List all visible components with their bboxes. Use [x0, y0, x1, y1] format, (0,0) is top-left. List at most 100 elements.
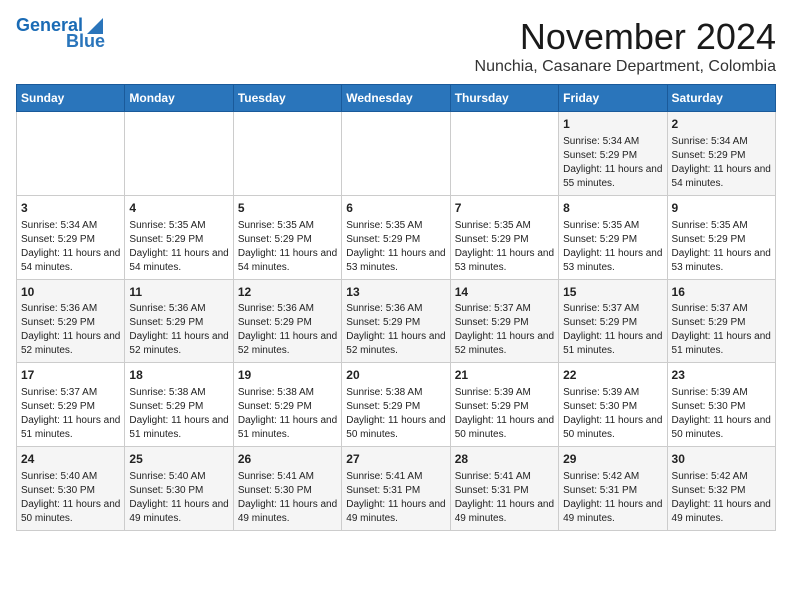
day-content: Sunrise: 5:42 AM Sunset: 5:32 PM Dayligh… — [672, 470, 771, 526]
logo: General Blue — [16, 16, 105, 52]
day-content: Sunrise: 5:39 AM Sunset: 5:30 PM Dayligh… — [672, 386, 771, 442]
day-content: Sunrise: 5:40 AM Sunset: 5:30 PM Dayligh… — [21, 470, 120, 526]
calendar-cell: 1 Sunrise: 5:34 AM Sunset: 5:29 PM Daylig… — [559, 112, 667, 196]
day-content: Sunrise: 5:35 AM Sunset: 5:29 PM Dayligh… — [346, 219, 445, 275]
day-content: Sunrise: 5:40 AM Sunset: 5:30 PM Dayligh… — [129, 470, 228, 526]
day-content: Sunrise: 5:38 AM Sunset: 5:29 PM Dayligh… — [346, 386, 445, 442]
day-number: 24 — [21, 451, 120, 468]
column-header-tuesday: Tuesday — [233, 85, 341, 112]
page-header: General Blue November 2024 Nunchia, Casa… — [16, 16, 776, 76]
day-number: 3 — [21, 200, 120, 217]
day-number: 21 — [455, 367, 554, 384]
location-subtitle: Nunchia, Casanare Department, Colombia — [475, 58, 776, 76]
calendar-header-row: SundayMondayTuesdayWednesdayThursdayFrid… — [17, 85, 776, 112]
calendar-cell — [342, 112, 450, 196]
day-number: 5 — [238, 200, 337, 217]
calendar-cell: 10Sunrise: 5:36 AM Sunset: 5:29 PM Dayli… — [17, 279, 125, 363]
calendar-cell — [17, 112, 125, 196]
day-content: Sunrise: 5:34 AM Sunset: 5:29 PM Dayligh… — [21, 219, 120, 275]
day-number: 20 — [346, 367, 445, 384]
calendar-cell: 7 Sunrise: 5:35 AM Sunset: 5:29 PM Daylig… — [450, 195, 558, 279]
day-content: Sunrise: 5:37 AM Sunset: 5:29 PM Dayligh… — [672, 302, 771, 358]
calendar-cell: 13Sunrise: 5:36 AM Sunset: 5:29 PM Dayli… — [342, 279, 450, 363]
day-number: 6 — [346, 200, 445, 217]
calendar-cell: 4Sunrise: 5:35 AM Sunset: 5:29 PM Daylig… — [125, 195, 233, 279]
day-number: 22 — [563, 367, 662, 384]
day-number: 28 — [455, 451, 554, 468]
day-content: Sunrise: 5:36 AM Sunset: 5:29 PM Dayligh… — [346, 302, 445, 358]
day-content: Sunrise: 5:35 AM Sunset: 5:29 PM Dayligh… — [129, 219, 228, 275]
day-number: 14 — [455, 284, 554, 301]
day-number: 11 — [129, 284, 228, 301]
calendar-cell: 14Sunrise: 5:37 AM Sunset: 5:29 PM Dayli… — [450, 279, 558, 363]
calendar-cell: 18 Sunrise: 5:38 AM Sunset: 5:29 PM Dayli… — [125, 363, 233, 447]
day-content: Sunrise: 5:35 AM Sunset: 5:29 PM Dayligh… — [563, 219, 662, 275]
day-content: Sunrise: 5:39 AM Sunset: 5:29 PM Dayligh… — [455, 386, 554, 442]
calendar-table: SundayMondayTuesdayWednesdayThursdayFrid… — [16, 84, 776, 531]
day-number: 10 — [21, 284, 120, 301]
calendar-cell: 26 Sunrise: 5:41 AM Sunset: 5:30 PM Dayli… — [233, 447, 341, 531]
day-number: 26 — [238, 451, 337, 468]
column-header-wednesday: Wednesday — [342, 85, 450, 112]
day-content: Sunrise: 5:41 AM Sunset: 5:31 PM Dayligh… — [455, 470, 554, 526]
calendar-week-row: 17Sunrise: 5:37 AM Sunset: 5:29 PM Dayli… — [17, 363, 776, 447]
calendar-cell: 27Sunrise: 5:41 AM Sunset: 5:31 PM Dayli… — [342, 447, 450, 531]
calendar-cell — [125, 112, 233, 196]
column-header-friday: Friday — [559, 85, 667, 112]
day-content: Sunrise: 5:37 AM Sunset: 5:29 PM Dayligh… — [563, 302, 662, 358]
day-content: Sunrise: 5:38 AM Sunset: 5:29 PM Dayligh… — [129, 386, 228, 442]
day-number: 2 — [672, 116, 771, 133]
day-content: Sunrise: 5:36 AM Sunset: 5:29 PM Dayligh… — [238, 302, 337, 358]
calendar-cell: 5 Sunrise: 5:35 AM Sunset: 5:29 PM Daylig… — [233, 195, 341, 279]
calendar-cell: 3 Sunrise: 5:34 AM Sunset: 5:29 PM Daylig… — [17, 195, 125, 279]
day-content: Sunrise: 5:37 AM Sunset: 5:29 PM Dayligh… — [455, 302, 554, 358]
calendar-cell: 29 Sunrise: 5:42 AM Sunset: 5:31 PM Dayli… — [559, 447, 667, 531]
calendar-week-row: 24 Sunrise: 5:40 AM Sunset: 5:30 PM Dayli… — [17, 447, 776, 531]
day-number: 25 — [129, 451, 228, 468]
calendar-cell: 28 Sunrise: 5:41 AM Sunset: 5:31 PM Dayli… — [450, 447, 558, 531]
calendar-cell: 6 Sunrise: 5:35 AM Sunset: 5:29 PM Daylig… — [342, 195, 450, 279]
calendar-cell — [233, 112, 341, 196]
day-content: Sunrise: 5:42 AM Sunset: 5:31 PM Dayligh… — [563, 470, 662, 526]
calendar-cell: 16Sunrise: 5:37 AM Sunset: 5:29 PM Dayli… — [667, 279, 775, 363]
day-number: 27 — [346, 451, 445, 468]
day-number: 17 — [21, 367, 120, 384]
day-content: Sunrise: 5:36 AM Sunset: 5:29 PM Dayligh… — [129, 302, 228, 358]
day-number: 9 — [672, 200, 771, 217]
calendar-cell: 23 Sunrise: 5:39 AM Sunset: 5:30 PM Dayli… — [667, 363, 775, 447]
calendar-cell: 22Sunrise: 5:39 AM Sunset: 5:30 PM Dayli… — [559, 363, 667, 447]
calendar-cell: 8 Sunrise: 5:35 AM Sunset: 5:29 PM Daylig… — [559, 195, 667, 279]
day-number: 19 — [238, 367, 337, 384]
calendar-week-row: 1 Sunrise: 5:34 AM Sunset: 5:29 PM Daylig… — [17, 112, 776, 196]
day-number: 13 — [346, 284, 445, 301]
calendar-cell: 17Sunrise: 5:37 AM Sunset: 5:29 PM Dayli… — [17, 363, 125, 447]
day-number: 23 — [672, 367, 771, 384]
month-title: November 2024 — [475, 16, 776, 58]
calendar-cell: 24 Sunrise: 5:40 AM Sunset: 5:30 PM Dayli… — [17, 447, 125, 531]
day-content: Sunrise: 5:35 AM Sunset: 5:29 PM Dayligh… — [455, 219, 554, 275]
day-number: 29 — [563, 451, 662, 468]
calendar-cell: 19Sunrise: 5:38 AM Sunset: 5:29 PM Dayli… — [233, 363, 341, 447]
calendar-cell: 20 Sunrise: 5:38 AM Sunset: 5:29 PM Dayli… — [342, 363, 450, 447]
calendar-cell: 9 Sunrise: 5:35 AM Sunset: 5:29 PM Daylig… — [667, 195, 775, 279]
day-content: Sunrise: 5:35 AM Sunset: 5:29 PM Dayligh… — [238, 219, 337, 275]
column-header-saturday: Saturday — [667, 85, 775, 112]
column-header-monday: Monday — [125, 85, 233, 112]
day-number: 7 — [455, 200, 554, 217]
calendar-cell: 21 Sunrise: 5:39 AM Sunset: 5:29 PM Dayli… — [450, 363, 558, 447]
logo-text-blue: Blue — [66, 32, 105, 52]
day-number: 18 — [129, 367, 228, 384]
column-header-sunday: Sunday — [17, 85, 125, 112]
day-content: Sunrise: 5:35 AM Sunset: 5:29 PM Dayligh… — [672, 219, 771, 275]
day-content: Sunrise: 5:34 AM Sunset: 5:29 PM Dayligh… — [563, 135, 662, 191]
title-block: November 2024 Nunchia, Casanare Departme… — [475, 16, 776, 76]
day-number: 8 — [563, 200, 662, 217]
day-number: 1 — [563, 116, 662, 133]
calendar-cell — [450, 112, 558, 196]
column-header-thursday: Thursday — [450, 85, 558, 112]
calendar-cell: 15Sunrise: 5:37 AM Sunset: 5:29 PM Dayli… — [559, 279, 667, 363]
day-content: Sunrise: 5:41 AM Sunset: 5:30 PM Dayligh… — [238, 470, 337, 526]
day-content: Sunrise: 5:34 AM Sunset: 5:29 PM Dayligh… — [672, 135, 771, 191]
day-number: 12 — [238, 284, 337, 301]
day-number: 15 — [563, 284, 662, 301]
